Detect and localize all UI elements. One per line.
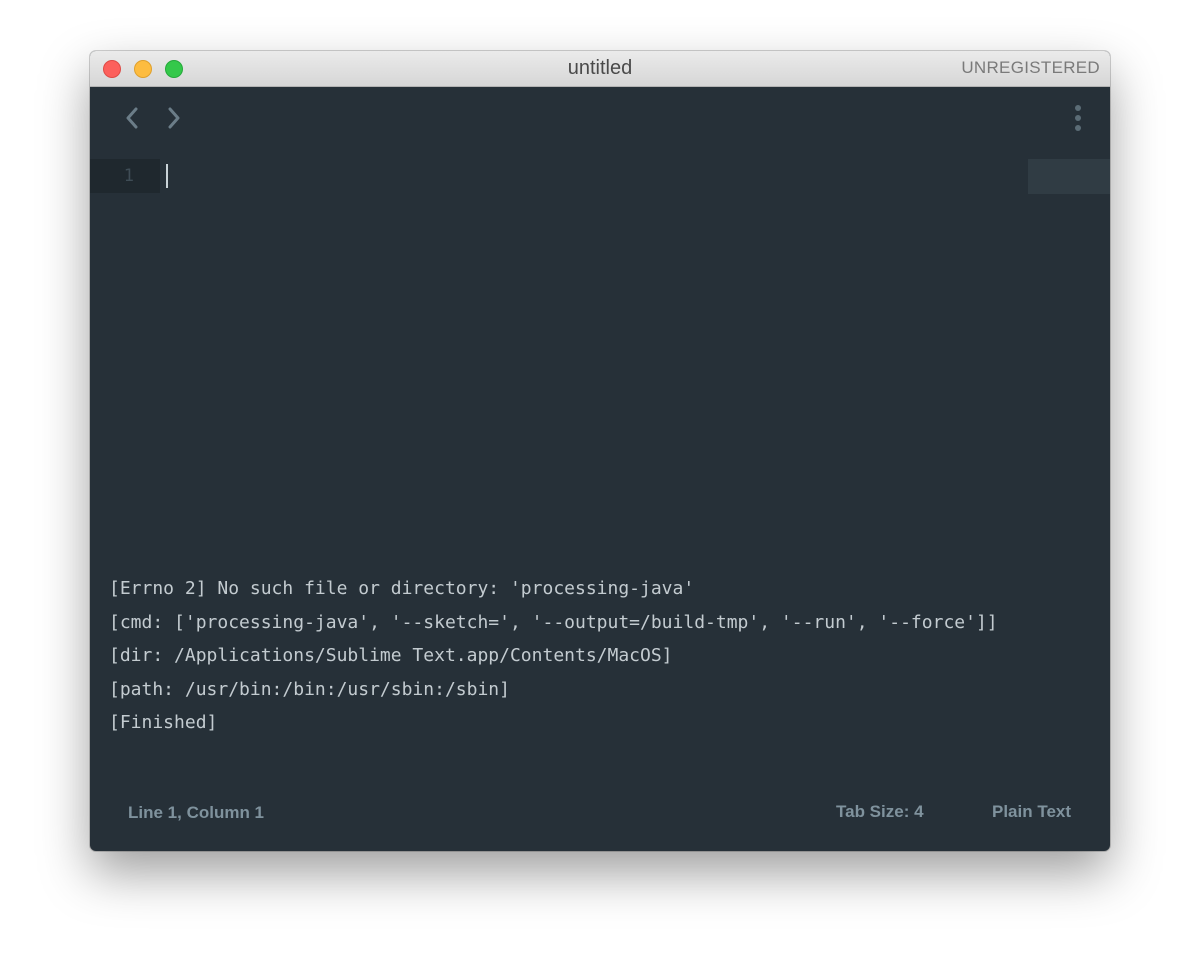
vertical-ellipsis-icon — [1075, 105, 1081, 131]
build-output-panel: [Errno 2] No such file or directory: 'pr… — [109, 575, 998, 743]
line-number: 1 — [123, 166, 134, 186]
more-options-button[interactable] — [1066, 103, 1090, 133]
line-gutter: 1 — [90, 159, 160, 193]
text-cursor — [166, 164, 168, 188]
output-line: [path: /usr/bin:/bin:/usr/sbin:/sbin] — [109, 678, 510, 700]
title-bar[interactable]: untitled UNREGISTERED — [90, 51, 1110, 87]
syntax-selector[interactable]: Plain Text — [992, 802, 1071, 822]
back-button[interactable] — [120, 104, 144, 132]
status-bar: Line 1, Column 1 Tab Size: 4 Plain Text — [90, 793, 1110, 851]
chevron-right-icon — [168, 107, 180, 129]
output-line: [Errno 2] No such file or directory: 'pr… — [109, 578, 695, 599]
license-status-label: UNREGISTERED — [961, 58, 1100, 77]
tab-size-selector[interactable]: Tab Size: 4 — [836, 802, 924, 822]
minimap-viewport[interactable] — [1028, 159, 1110, 194]
tab-bar — [90, 87, 1110, 151]
window-title: untitled — [567, 57, 633, 79]
editor-window: untitled UNREGISTERED 1 [Errno 2] No suc… — [90, 51, 1110, 851]
chevron-left-icon — [126, 107, 138, 129]
output-line: [Finished] — [109, 712, 218, 733]
output-line: [dir: /Applications/Sublime Text.app/Con… — [109, 645, 673, 666]
editor-text-area[interactable]: 1 — [90, 159, 1110, 195]
forward-button[interactable] — [162, 104, 186, 132]
cursor-position-status[interactable]: Line 1, Column 1 — [128, 803, 264, 823]
output-line: [cmd: ['processing-java', '--sketch=', '… — [109, 611, 998, 633]
